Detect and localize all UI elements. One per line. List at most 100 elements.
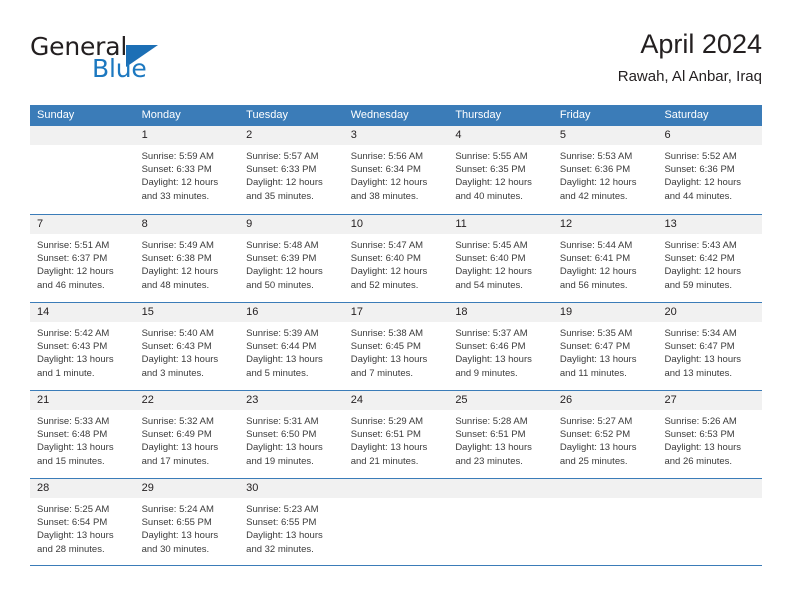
day-number: 27: [657, 391, 763, 410]
day-number: 29: [134, 479, 240, 498]
day-cell[interactable]: 6 Sunrise: 5:52 AM Sunset: 6:36 PM Daylight…: [657, 126, 763, 214]
day-cell[interactable]: 23 Sunrise: 5:31 AM Sunset: 6:50 PM Dayligh…: [239, 391, 344, 478]
day-sun-info: Sunrise: 5:25 AM Sunset: 6:54 PM Daylight:…: [30, 498, 135, 556]
day-info-line: Daylight: 12 hours: [664, 177, 742, 189]
day-info-line: Sunrise: 5:39 AM: [246, 328, 319, 339]
day-cell[interactable]: 12 Sunrise: 5:44 AM Sunset: 6:41 PM Dayligh…: [552, 215, 658, 302]
day-sun-info: Sunrise: 5:23 AM Sunset: 6:55 PM Daylight:…: [239, 498, 344, 556]
day-sun-info: Sunrise: 5:57 AM Sunset: 6:33 PM Daylight:…: [239, 145, 344, 203]
day-info-line: Daylight: 12 hours: [559, 266, 637, 278]
day-cell[interactable]: 16 Sunrise: 5:39 AM Sunset: 6:44 PM Dayligh…: [239, 303, 344, 390]
day-info-line: Sunset: 6:34 PM: [350, 164, 421, 176]
day-sun-info: Sunrise: 5:38 AM Sunset: 6:45 PM Daylight:…: [344, 322, 449, 380]
day-info-line: Sunrise: 5:55 AM: [455, 151, 528, 162]
day-info-line: Sunrise: 5:28 AM: [455, 416, 528, 427]
day-cell[interactable]: 17 Sunrise: 5:38 AM Sunset: 6:45 PM Dayligh…: [343, 303, 449, 390]
day-cell[interactable]: 11 Sunrise: 5:45 AM Sunset: 6:40 PM Dayligh…: [448, 215, 553, 302]
day-number: 16: [239, 303, 344, 322]
day-info-line: Sunrise: 5:49 AM: [141, 240, 214, 251]
day-info-line: Sunrise: 5:45 AM: [455, 240, 528, 251]
day-info-line: and 33 minutes.: [141, 190, 210, 202]
day-info-line: Sunrise: 5:23 AM: [246, 504, 319, 515]
day-number: 8: [134, 215, 240, 234]
day-info-line: and 13 minutes.: [664, 367, 733, 379]
day-sun-info: Sunrise: 5:51 AM Sunset: 6:37 PM Daylight:…: [30, 234, 135, 292]
day-number: 14: [30, 303, 135, 322]
day-info-line: Daylight: 12 hours: [141, 266, 219, 278]
day-sun-info: Sunrise: 5:35 AM Sunset: 6:47 PM Daylight:…: [553, 322, 658, 380]
day-info-line: Sunset: 6:43 PM: [37, 341, 108, 353]
day-info-line: Sunset: 6:51 PM: [455, 429, 526, 441]
day-number: 25: [448, 391, 553, 410]
day-cell[interactable]: 30 Sunrise: 5:23 AM Sunset: 6:55 PM Dayligh…: [239, 479, 344, 565]
day-cell[interactable]: 20 Sunrise: 5:34 AM Sunset: 6:47 PM Dayligh…: [657, 303, 763, 390]
day-sun-info: Sunrise: 5:59 AM Sunset: 6:33 PM Daylight:…: [135, 145, 240, 203]
day-cell[interactable]: 18 Sunrise: 5:37 AM Sunset: 6:46 PM Dayligh…: [448, 303, 553, 390]
day-sun-info: Sunrise: 5:45 AM Sunset: 6:40 PM Daylight:…: [448, 234, 553, 292]
day-info-line: Sunset: 6:50 PM: [246, 429, 317, 441]
day-info-line: and 30 minutes.: [141, 543, 210, 555]
day-info-line: and 9 minutes.: [455, 367, 518, 379]
day-sun-info: Sunrise: 5:52 AM Sunset: 6:36 PM Daylight:…: [657, 145, 762, 203]
day-cell[interactable]: 10 Sunrise: 5:47 AM Sunset: 6:40 PM Dayligh…: [343, 215, 449, 302]
calendar-grid: Sunday Monday Tuesday Wednesday Thursday Frid…: [30, 105, 763, 566]
day-cell[interactable]: 5 Sunrise: 5:53 AM Sunset: 6:36 PM Daylight…: [552, 126, 658, 214]
day-info-line: Daylight: 13 hours: [141, 442, 219, 454]
day-sun-info: Sunrise: 5:47 AM Sunset: 6:40 PM Daylight:…: [344, 234, 449, 292]
day-cell[interactable]: 22 Sunrise: 5:32 AM Sunset: 6:49 PM Dayligh…: [134, 391, 240, 478]
day-cell[interactable]: 14 Sunrise: 5:42 AM Sunset: 6:43 PM Dayligh…: [30, 303, 135, 390]
day-info-line: Sunrise: 5:34 AM: [664, 328, 737, 339]
day-cell[interactable]: 7 Sunrise: 5:51 AM Sunset: 6:37 PM Daylight…: [30, 215, 135, 302]
day-cell[interactable]: 26 Sunrise: 5:27 AM Sunset: 6:52 PM Dayligh…: [552, 391, 658, 478]
day-cell[interactable]: 27 Sunrise: 5:26 AM Sunset: 6:53 PM Dayligh…: [657, 391, 763, 478]
day-info-line: and 38 minutes.: [350, 190, 419, 202]
day-cell[interactable]: 9 Sunrise: 5:48 AM Sunset: 6:39 PM Daylight…: [239, 215, 344, 302]
day-info-line: and 19 minutes.: [246, 455, 314, 467]
day-number: 22: [134, 391, 240, 410]
day-number: [552, 479, 658, 498]
day-sun-info: Sunrise: 5:49 AM Sunset: 6:38 PM Daylight:…: [135, 234, 240, 292]
day-cell-empty: [448, 479, 553, 565]
day-cell[interactable]: 15 Sunrise: 5:40 AM Sunset: 6:43 PM Dayligh…: [134, 303, 240, 390]
day-cell[interactable]: 28 Sunrise: 5:25 AM Sunset: 6:54 PM Dayligh…: [30, 479, 135, 565]
day-info-line: Sunrise: 5:53 AM: [559, 151, 633, 162]
day-cell[interactable]: 8 Sunrise: 5:49 AM Sunset: 6:38 PM Daylight…: [134, 215, 240, 302]
day-number: 30: [239, 479, 344, 498]
day-info-line: Sunrise: 5:56 AM: [350, 151, 424, 162]
day-cell[interactable]: 1 Sunrise: 5:59 AM Sunset: 6:33 PM Daylight…: [134, 126, 240, 214]
day-info-line: Sunrise: 5:47 AM: [350, 240, 424, 251]
day-info-line: and 59 minutes.: [664, 279, 733, 291]
day-cell[interactable]: 24 Sunrise: 5:29 AM Sunset: 6:51 PM Dayligh…: [343, 391, 449, 478]
day-cell[interactable]: 29 Sunrise: 5:24 AM Sunset: 6:55 PM Dayligh…: [134, 479, 240, 565]
day-info-line: Sunset: 6:33 PM: [141, 164, 212, 176]
page-title: April 2024: [640, 29, 762, 59]
day-cell[interactable]: 13 Sunrise: 5:43 AM Sunset: 6:42 PM Dayligh…: [657, 215, 763, 302]
day-info-line: Daylight: 12 hours: [350, 266, 428, 278]
day-info-line: Sunrise: 5:32 AM: [141, 416, 214, 427]
day-info-line: Sunrise: 5:59 AM: [141, 151, 214, 162]
day-sun-info: Sunrise: 5:43 AM Sunset: 6:42 PM Daylight:…: [657, 234, 762, 292]
day-number: 21: [30, 391, 135, 410]
day-cell[interactable]: 21 Sunrise: 5:33 AM Sunset: 6:48 PM Dayligh…: [30, 391, 135, 478]
day-sun-info: Sunrise: 5:56 AM Sunset: 6:34 PM Daylight:…: [344, 145, 449, 203]
day-info-line: Sunset: 6:47 PM: [559, 341, 631, 353]
day-number: 28: [30, 479, 135, 498]
day-cell[interactable]: 2 Sunrise: 5:57 AM Sunset: 6:33 PM Daylight…: [239, 126, 344, 214]
title-block: April 2024 Rawah, Al Anbar, Iraq: [618, 28, 762, 86]
day-info-line: Sunrise: 5:44 AM: [559, 240, 633, 251]
day-cell[interactable]: 19 Sunrise: 5:35 AM Sunset: 6:47 PM Dayligh…: [552, 303, 658, 390]
day-cell[interactable]: 25 Sunrise: 5:28 AM Sunset: 6:51 PM Dayligh…: [448, 391, 553, 478]
day-info-line: and 54 minutes.: [455, 279, 523, 291]
day-sun-info: Sunrise: 5:40 AM Sunset: 6:43 PM Daylight:…: [135, 322, 240, 380]
day-info-line: and 5 minutes.: [246, 367, 309, 379]
day-sun-info: Sunrise: 5:29 AM Sunset: 6:51 PM Daylight:…: [344, 410, 449, 468]
day-cell[interactable]: 4 Sunrise: 5:55 AM Sunset: 6:35 PM Daylight…: [448, 126, 553, 214]
day-info-line: Daylight: 13 hours: [246, 354, 323, 366]
day-cell[interactable]: 3 Sunrise: 5:56 AM Sunset: 6:34 PM Daylight…: [343, 126, 449, 214]
day-number: 24: [343, 391, 449, 410]
day-sun-info: Sunrise: 5:26 AM Sunset: 6:53 PM Daylight:…: [657, 410, 762, 468]
day-info-line: and 46 minutes.: [37, 279, 105, 291]
day-info-line: Sunset: 6:42 PM: [664, 253, 735, 265]
day-info-line: and 7 minutes.: [350, 367, 414, 379]
day-sun-info: Sunrise: 5:33 AM Sunset: 6:48 PM Daylight:…: [30, 410, 135, 468]
